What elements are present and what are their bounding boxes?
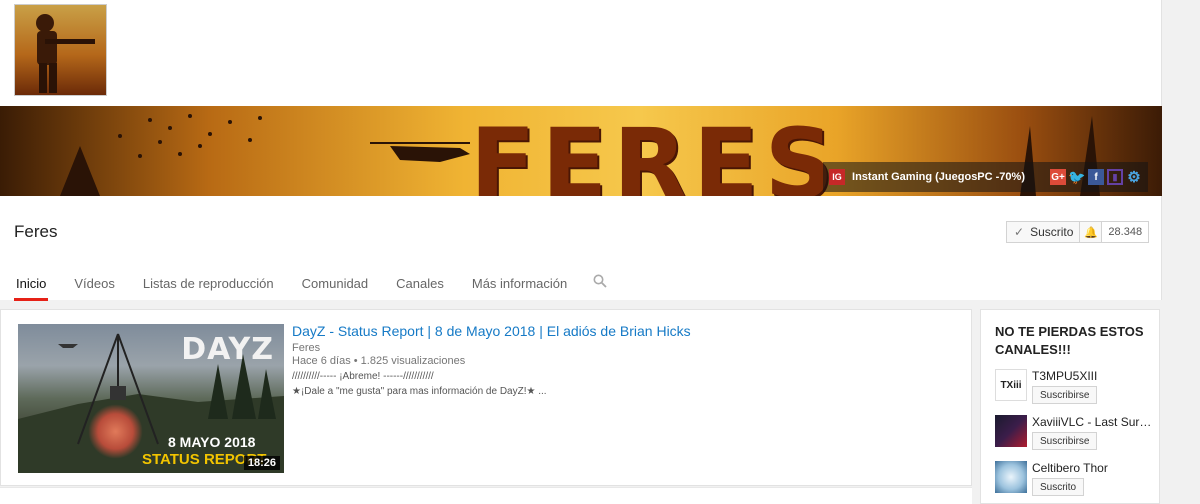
soldier-icon xyxy=(36,14,95,93)
dayz-logo: DAYZ xyxy=(181,332,274,367)
featured-channels-sidebar: NO TE PIERDAS ESTOS CANALES!!! TXiii T3M… xyxy=(980,309,1160,504)
subscribe-button[interactable]: Suscribirse xyxy=(1032,386,1098,404)
tab-about[interactable]: Más información xyxy=(470,270,569,300)
channel-tabs: Inicio Vídeos Listas de reproducción Com… xyxy=(14,270,607,301)
video-meta: Hace 6 días • 1.825 visualizaciones xyxy=(292,355,466,367)
featured-channel-name[interactable]: T3MPU5XIII xyxy=(1032,369,1157,383)
channel-name: Feres xyxy=(14,222,58,241)
featured-channel-name[interactable]: Celtibero Thor xyxy=(1032,461,1157,475)
subscribe-button[interactable]: Suscribirse xyxy=(1032,432,1098,450)
subscribed-button[interactable]: ✓ Suscrito xyxy=(1006,221,1081,243)
channel-avatar[interactable] xyxy=(14,4,107,96)
instant-gaming-link[interactable]: Instant Gaming (JuegosPC -70%) xyxy=(852,171,1025,183)
banner-title: FERES xyxy=(470,108,840,196)
twitter-icon[interactable]: 🐦 xyxy=(1068,169,1085,185)
next-section xyxy=(0,487,972,504)
sidebar-title: NO TE PIERDAS ESTOS CANALES!!! xyxy=(995,324,1144,357)
settings-gear-icon[interactable]: ⚙ xyxy=(1126,169,1142,186)
subscribed-button[interactable]: Suscrito xyxy=(1032,478,1085,496)
thumbnail-fire xyxy=(88,404,143,459)
tab-playlists[interactable]: Listas de reproducción xyxy=(141,270,276,300)
featured-channel-item: Celtibero Thor Suscrito xyxy=(995,461,1160,501)
video-channel-link[interactable]: Feres xyxy=(292,342,320,354)
tab-videos[interactable]: Vídeos xyxy=(72,270,116,300)
subscribed-label: Suscrito xyxy=(1030,225,1074,239)
facebook-icon[interactable]: f xyxy=(1088,169,1104,185)
tab-community[interactable]: Comunidad xyxy=(300,270,371,300)
video-thumbnail[interactable]: DAYZ 8 MAYO 2018 STATUS REPORT 18:26 xyxy=(18,324,284,473)
channel-avatar[interactable] xyxy=(995,461,1027,493)
featured-video-section: DAYZ 8 MAYO 2018 STATUS REPORT 18:26 Day… xyxy=(0,309,972,486)
checkmark-icon: ✓ xyxy=(1014,225,1025,239)
twitch-icon[interactable]: ▮ xyxy=(1107,169,1123,185)
channel-avatar[interactable] xyxy=(995,415,1027,447)
notification-bell-button[interactable]: 🔔 xyxy=(1080,221,1103,243)
thumbnail-date: 8 MAYO 2018 xyxy=(168,434,256,450)
video-duration: 18:26 xyxy=(243,456,280,470)
channel-banner: FERES IG Instant Gaming (JuegosPC -70%) … xyxy=(0,106,1162,196)
tab-channels[interactable]: Canales xyxy=(394,270,446,300)
subscribe-controls: ✓ Suscrito 🔔 28.348 xyxy=(1006,221,1150,243)
tab-inicio[interactable]: Inicio xyxy=(14,270,49,301)
instant-gaming-icon: IG xyxy=(829,169,846,185)
subscriber-count: 28.348 xyxy=(1102,221,1150,243)
google-plus-icon[interactable]: G+ xyxy=(1050,169,1066,185)
channel-avatar[interactable]: TXiii xyxy=(995,369,1027,401)
channel-header: FERES IG Instant Gaming (JuegosPC -70%) … xyxy=(0,0,1162,301)
bell-icon: 🔔 xyxy=(1084,226,1098,239)
search-icon[interactable] xyxy=(593,270,607,300)
featured-channel-item: XaviiiVLC - Last Survivors Suscribirse xyxy=(995,415,1160,455)
banner-links: IG Instant Gaming (JuegosPC -70%) G+ 🐦 f… xyxy=(823,162,1148,192)
featured-channel-item: TXiii T3MPU5XIII Suscribirse xyxy=(995,369,1160,409)
video-description-line: ★¡Dale a "me gusta" para mas información… xyxy=(292,386,547,397)
video-description-line: //////////----- ¡Abreme! ------/////////… xyxy=(292,371,434,382)
video-title-link[interactable]: DayZ - Status Report | 8 de Mayo 2018 | … xyxy=(292,323,691,339)
featured-channel-name[interactable]: XaviiiVLC - Last Survivors xyxy=(1032,415,1157,429)
